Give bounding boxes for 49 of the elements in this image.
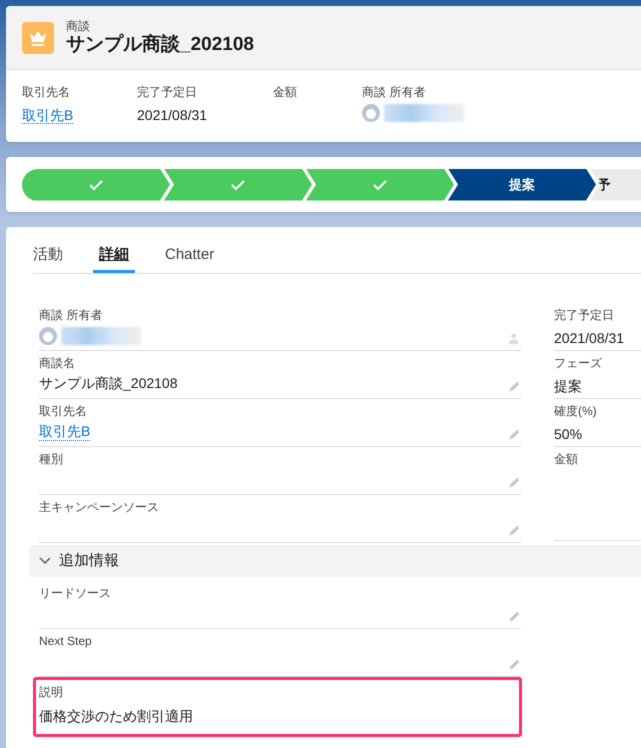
field-label: 主キャンペーンソース (39, 499, 160, 515)
field-value: 価格交渉のため割引適用 (39, 707, 193, 726)
pencil-icon[interactable] (508, 610, 521, 623)
field-label: 完了予定日 (554, 307, 615, 323)
field-label: 確度(%) (554, 403, 598, 419)
field-label: リードソース (39, 585, 112, 601)
highlight-label: 取引先名 (22, 84, 71, 100)
path-stage[interactable] (22, 168, 170, 200)
account-link[interactable]: 取引先B (22, 107, 74, 124)
pencil-icon[interactable] (508, 428, 521, 441)
field-value: 提案 (554, 378, 582, 394)
check-icon (373, 178, 387, 190)
field-value: 2021/08/31 (554, 330, 624, 346)
section-header[interactable]: 追加情報 (29, 545, 641, 577)
field-value: 2021/08/31 (137, 107, 208, 123)
highlight-label: 完了予定日 (137, 84, 198, 100)
path-stage[interactable]: 提案 (448, 168, 596, 200)
pencil-icon[interactable] (508, 658, 521, 671)
highlight-label: 金額 (273, 84, 298, 100)
field-label: Next Step (39, 633, 93, 649)
avatar-icon (39, 327, 57, 345)
field-value: 50% (554, 426, 582, 442)
field-label: 商談 所有者 (39, 307, 104, 323)
check-icon (231, 178, 245, 190)
tab[interactable]: Chatter (159, 240, 220, 273)
field-label: 商談名 (39, 355, 76, 371)
tab[interactable]: 詳細 (93, 240, 135, 273)
pencil-icon[interactable] (508, 476, 521, 489)
record-title: サンプル商談_202108 (66, 32, 254, 56)
account-link[interactable]: 取引先B (39, 422, 90, 441)
highlight-label: 商談 所有者 (362, 84, 426, 100)
field-label: 取引先名 (39, 403, 88, 419)
path-stage[interactable] (164, 168, 312, 200)
change-owner-icon[interactable] (508, 332, 521, 345)
field-value: サンプル商談_202108 (39, 374, 178, 393)
field-label: 種別 (39, 451, 64, 467)
check-icon (89, 178, 103, 190)
field-label: フェーズ (554, 355, 603, 371)
avatar-icon (362, 104, 380, 122)
chevron-icon (39, 557, 51, 565)
pencil-icon[interactable] (508, 524, 521, 537)
field-label: 説明 (39, 684, 64, 700)
tab[interactable]: 活動 (33, 240, 69, 273)
path-stage[interactable] (306, 168, 454, 200)
path-stage[interactable]: 予 (590, 168, 641, 200)
field-label: 金額 (554, 451, 579, 467)
pencil-icon[interactable] (508, 380, 521, 393)
crown-icon (22, 22, 54, 54)
object-type-label: 商談 (66, 18, 91, 32)
